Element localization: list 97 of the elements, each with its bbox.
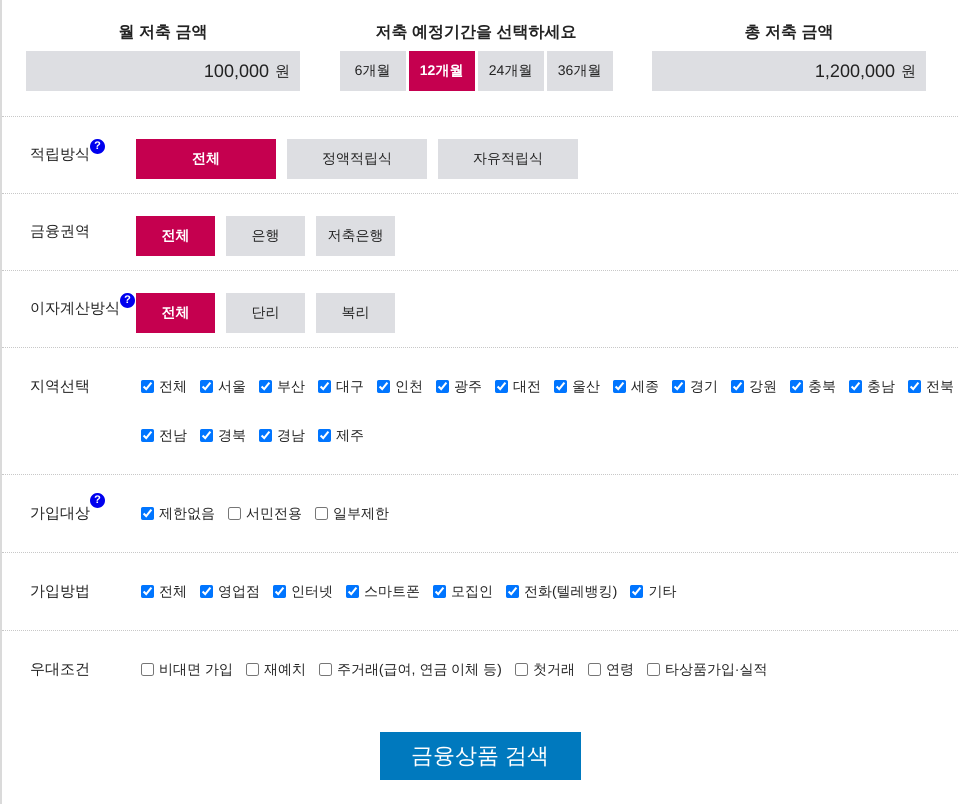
checkbox[interactable]	[672, 380, 685, 393]
period-tab[interactable]: 12개월	[408, 51, 474, 91]
checkbox[interactable]	[646, 663, 660, 676]
checkbox-label[interactable]: 울산	[572, 378, 600, 396]
checkbox[interactable]	[318, 380, 331, 393]
checkbox-label[interactable]: 전남	[159, 426, 187, 444]
checkbox[interactable]	[346, 585, 359, 598]
checkbox-label[interactable]: 서민전용	[246, 504, 302, 522]
checkbox[interactable]	[315, 507, 328, 520]
filter-option-button[interactable]: 전체	[136, 293, 215, 333]
filter-label: 가입방법	[30, 582, 90, 602]
checkbox[interactable]	[200, 585, 213, 598]
filter-label: 우대조건	[30, 660, 90, 680]
checkbox-label[interactable]: 대전	[513, 378, 541, 396]
checkbox[interactable]	[141, 585, 154, 598]
filter-label: 금융권역	[30, 222, 90, 242]
checkbox[interactable]	[318, 429, 331, 442]
field-title: 저축 예정기간을 선택하세요	[376, 23, 576, 43]
checkbox-label[interactable]: 광주	[454, 378, 482, 396]
checkbox[interactable]	[588, 663, 601, 676]
checkbox[interactable]	[731, 380, 744, 393]
checkbox[interactable]	[436, 380, 449, 393]
checkbox[interactable]	[273, 585, 286, 598]
help-icon[interactable]: ?	[120, 293, 135, 308]
checkbox-label[interactable]: 충북	[808, 378, 836, 396]
checkbox-label[interactable]: 대구	[336, 378, 364, 396]
checkbox-label[interactable]: 제한없음	[159, 504, 215, 522]
checkbox-label[interactable]: 첫거래	[532, 660, 575, 678]
checkbox[interactable]	[141, 380, 154, 393]
checkbox-label[interactable]: 인천	[395, 378, 423, 396]
checkbox-label[interactable]: 연령	[606, 660, 634, 678]
filter-label: 적립방식	[30, 145, 90, 165]
checkbox[interactable]	[318, 663, 332, 676]
checkbox-label[interactable]: 기타	[648, 582, 676, 600]
checkbox-label[interactable]: 충남	[867, 378, 895, 396]
checkbox-label[interactable]: 재예치	[264, 660, 306, 678]
filter-option-button[interactable]: 전체	[136, 216, 215, 256]
checkbox-label[interactable]: 제주	[336, 426, 364, 444]
checkbox-label[interactable]: 전화(텔레뱅킹)	[524, 582, 618, 600]
checkbox[interactable]	[613, 380, 626, 393]
checkbox[interactable]	[433, 585, 446, 598]
checkbox-label[interactable]: 스마트폰	[364, 582, 420, 600]
filter-option-button[interactable]: 전체	[136, 139, 276, 179]
filter-option-button[interactable]: 저축은행	[316, 216, 395, 256]
help-icon[interactable]: ?	[90, 493, 105, 508]
filter-option-button[interactable]: 단리	[226, 293, 305, 333]
field-title: 월 저축 금액	[118, 23, 208, 43]
field-title: 총 저축 금액	[744, 23, 834, 43]
checkbox-label[interactable]: 전북	[926, 378, 954, 396]
period-tab[interactable]: 24개월	[478, 51, 544, 91]
checkbox[interactable]	[554, 380, 567, 393]
period-tab[interactable]: 36개월	[546, 51, 612, 91]
checkbox[interactable]	[200, 380, 213, 393]
checkbox-label[interactable]: 전체	[159, 378, 187, 396]
checkbox-label[interactable]: 일부제한	[333, 504, 389, 522]
filter-option-button[interactable]: 복리	[316, 293, 395, 333]
amount-field[interactable]: 1,200,000 원	[652, 51, 926, 91]
checkbox[interactable]	[141, 663, 154, 676]
checkbox[interactable]	[495, 380, 508, 393]
checkbox-label[interactable]: 영업점	[218, 582, 260, 600]
checkbox[interactable]	[514, 663, 528, 676]
checkbox-label[interactable]: 서울	[218, 378, 246, 396]
checkbox-label[interactable]: 비대면 가입	[159, 660, 233, 678]
checkbox-label[interactable]: 경기	[690, 378, 718, 396]
checkbox[interactable]	[259, 429, 272, 442]
checkbox[interactable]	[141, 507, 154, 520]
filter-label: 가입대상	[30, 504, 90, 524]
checkbox[interactable]	[246, 663, 259, 676]
checkbox-label[interactable]: 강원	[749, 378, 777, 396]
filter-option-button[interactable]: 은행	[226, 216, 305, 256]
help-icon[interactable]: ?	[90, 139, 105, 154]
filter-label: 지역선택	[30, 376, 90, 396]
checkbox-label[interactable]: 타상품가입·실적	[664, 660, 768, 678]
checkbox-label[interactable]: 경북	[218, 426, 246, 444]
checkbox[interactable]	[630, 585, 644, 598]
checkbox[interactable]	[141, 429, 154, 442]
checkbox-label[interactable]: 인터넷	[291, 582, 333, 600]
amount-field[interactable]: 100,000 원	[26, 51, 300, 91]
checkbox[interactable]	[200, 429, 213, 442]
checkbox-label[interactable]: 모집인	[451, 582, 493, 600]
checkbox[interactable]	[377, 380, 390, 393]
checkbox-label[interactable]: 전체	[159, 582, 187, 600]
checkbox[interactable]	[790, 380, 803, 393]
checkbox-label[interactable]: 주거래(급여, 연금 이체 등)	[336, 660, 502, 678]
checkbox-label[interactable]: 세종	[631, 378, 659, 396]
checkbox[interactable]	[228, 507, 241, 520]
filter-label: 이자계산방식	[30, 299, 120, 319]
checkbox[interactable]	[259, 380, 272, 393]
checkbox[interactable]	[908, 380, 921, 393]
checkbox-label[interactable]: 경남	[277, 426, 305, 444]
checkbox[interactable]	[849, 380, 862, 393]
period-tab[interactable]: 6개월	[340, 51, 406, 91]
filter-option-button[interactable]: 정액적립식	[287, 139, 427, 179]
search-button[interactable]: 금융상품 검색	[380, 732, 580, 780]
filter-option-button[interactable]: 자유적립식	[438, 139, 578, 179]
checkbox[interactable]	[506, 585, 519, 598]
checkbox-label[interactable]: 부산	[277, 378, 305, 396]
